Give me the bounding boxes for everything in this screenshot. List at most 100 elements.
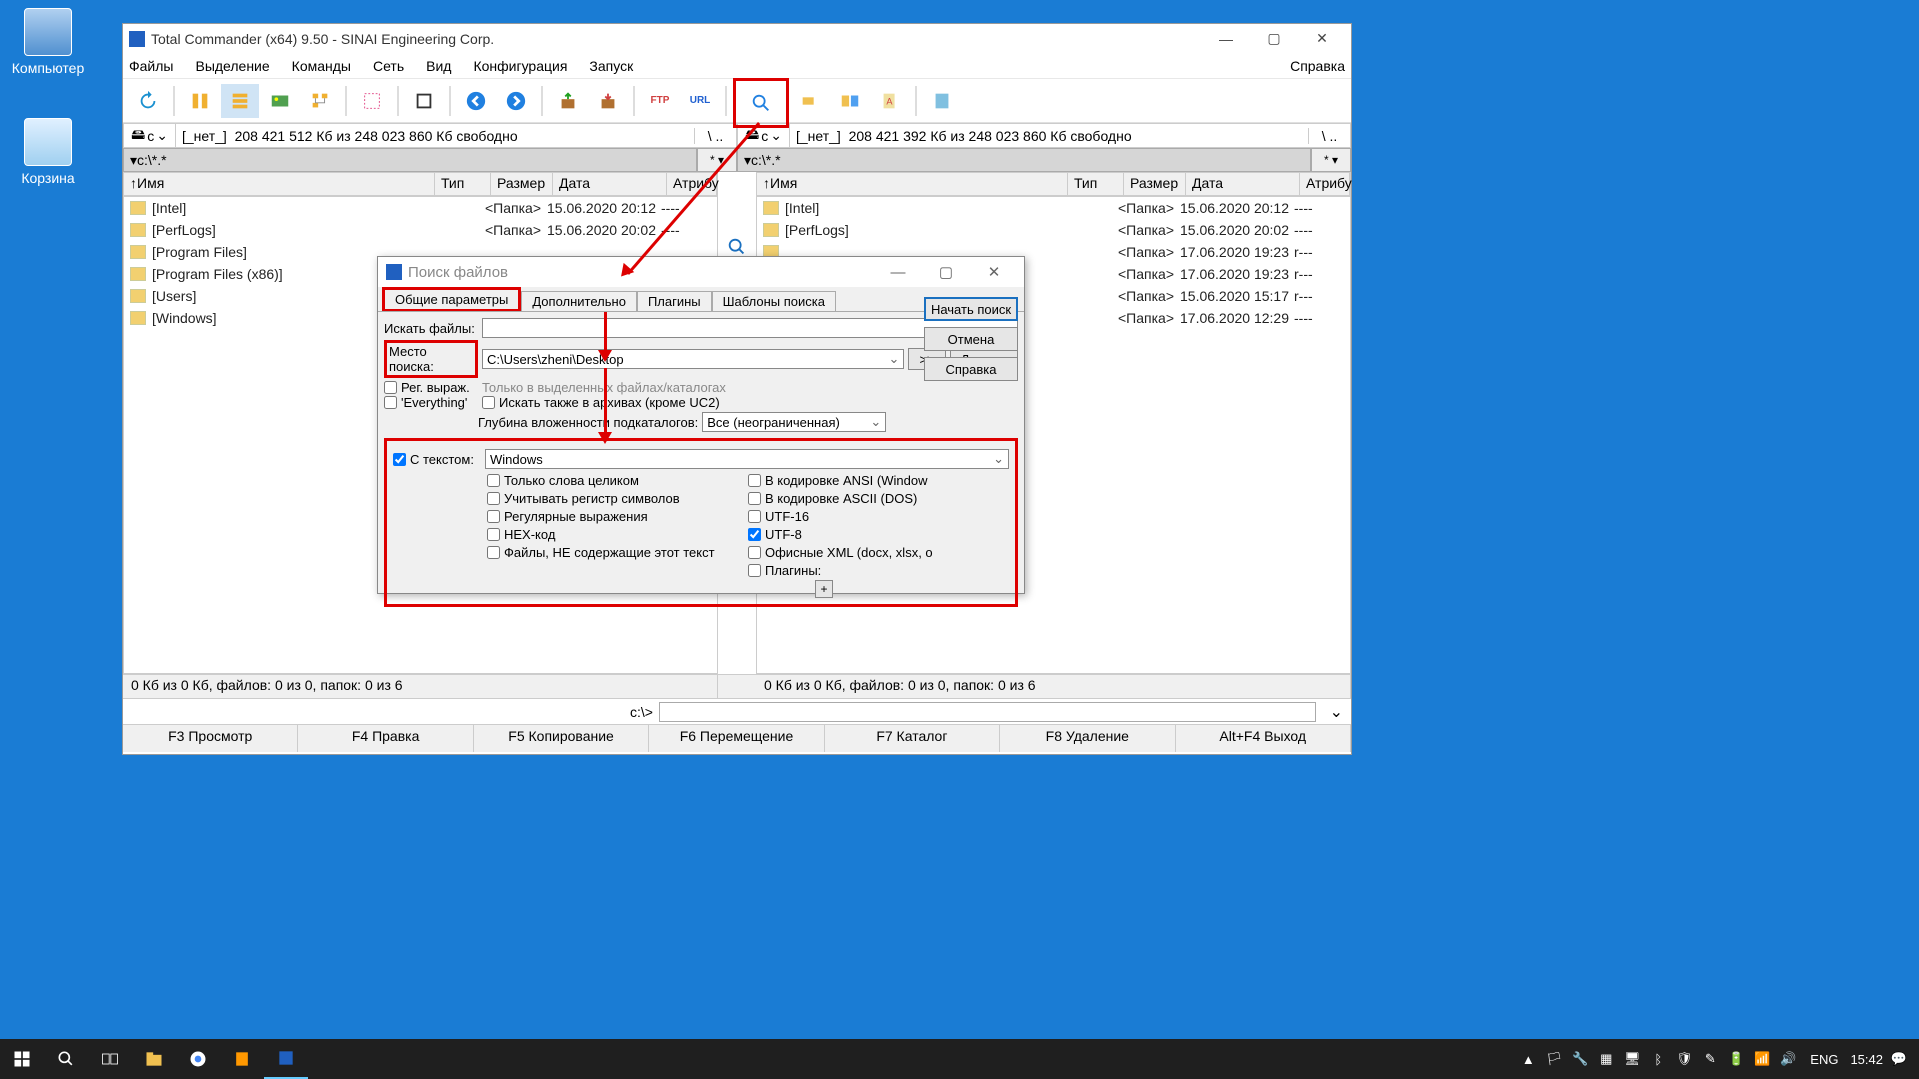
chk-opt[interactable]	[487, 546, 500, 559]
chk-opt[interactable]	[748, 474, 761, 487]
tray-wrench-icon[interactable]: 🔧	[1570, 1049, 1590, 1069]
menu-run[interactable]: Запуск	[589, 58, 633, 74]
combo-depth[interactable]: Все (неограниченная)	[702, 412, 886, 432]
cmd-input[interactable]	[659, 702, 1316, 722]
tray-volume-icon[interactable]: 🔊	[1778, 1049, 1798, 1069]
hdr-size-l[interactable]: Размер	[491, 173, 553, 195]
tray-pen-icon[interactable]: ✎	[1700, 1049, 1720, 1069]
tool-full[interactable]	[221, 84, 259, 118]
tc-titlebar[interactable]: Total Commander (x64) 9.50 - SINAI Engin…	[123, 24, 1351, 53]
tool-forward[interactable]	[497, 84, 535, 118]
drive-up-right[interactable]: \ ..	[1308, 128, 1350, 144]
btn-start-search[interactable]: Начать поиск	[924, 297, 1018, 321]
hdr-name-l[interactable]: ↑Имя	[124, 173, 435, 195]
tray-monitor-icon[interactable]: 🖥	[1622, 1049, 1642, 1069]
tool-brief[interactable]	[181, 84, 219, 118]
task-search[interactable]	[44, 1039, 88, 1079]
menu-commands[interactable]: Команды	[292, 58, 351, 74]
path-right[interactable]: ▾c:\*.*	[737, 148, 1311, 172]
tray-wifi-icon[interactable]: 📶	[1752, 1049, 1772, 1069]
btn-help-search[interactable]: Справка	[924, 357, 1018, 381]
tool-ftp[interactable]: FTP	[641, 84, 679, 118]
btn-cancel-search[interactable]: Отмена	[924, 327, 1018, 351]
chk-opt[interactable]	[748, 510, 761, 523]
tray-battery-icon[interactable]: 🔋	[1726, 1049, 1746, 1069]
chk-opt[interactable]	[487, 528, 500, 541]
tool-unpack[interactable]	[589, 84, 627, 118]
hdr-type-l[interactable]: Тип	[435, 173, 491, 195]
chk-opt[interactable]	[487, 510, 500, 523]
chk-opt[interactable]	[748, 492, 761, 505]
task-tc[interactable]	[264, 1039, 308, 1079]
tool-url[interactable]: URL	[681, 84, 719, 118]
tab-plugins[interactable]: Плагины	[637, 291, 712, 312]
menu-view[interactable]: Вид	[426, 58, 451, 74]
tool-sync[interactable]	[831, 84, 869, 118]
maximize-button[interactable]: ▢	[1251, 24, 1297, 53]
tray-bluetooth-icon[interactable]: ᛒ	[1648, 1049, 1668, 1069]
start-button[interactable]	[0, 1039, 44, 1079]
tab-advanced[interactable]: Дополнительно	[521, 291, 637, 312]
tray-notifications-icon[interactable]: 💬	[1889, 1049, 1909, 1069]
btn-plus[interactable]: +	[815, 580, 833, 598]
hdr-type-r[interactable]: Тип	[1068, 173, 1124, 195]
hdr-date-l[interactable]: Дата	[553, 173, 667, 195]
tray-icon[interactable]: ▲	[1518, 1049, 1538, 1069]
tool-invert[interactable]	[405, 84, 443, 118]
tool-thumbs[interactable]	[261, 84, 299, 118]
search-minimize[interactable]: —	[876, 258, 920, 286]
desktop-computer[interactable]: Компьютер	[8, 8, 88, 76]
fkey-f4[interactable]: F4 Правка	[298, 725, 473, 752]
tray-lang[interactable]: ENG	[1810, 1052, 1838, 1067]
menu-config[interactable]: Конфигурация	[473, 58, 567, 74]
chk-regex[interactable]	[384, 381, 397, 394]
fkey-f6[interactable]: F6 Перемещение	[649, 725, 824, 752]
search-maximize[interactable]: ▢	[924, 258, 968, 286]
tab-general[interactable]: Общие параметры	[382, 287, 521, 312]
chk-archives[interactable]	[482, 396, 495, 409]
tray-time[interactable]: 15:42	[1850, 1052, 1883, 1067]
chk-opt[interactable]	[748, 528, 761, 541]
menu-select[interactable]: Выделение	[195, 58, 269, 74]
task-chrome[interactable]	[176, 1039, 220, 1079]
chk-opt[interactable]	[748, 546, 761, 559]
file-row[interactable]: [Intel]<Папка>15.06.2020 20:12----	[124, 197, 717, 219]
quicksearch-icon[interactable]	[726, 236, 748, 258]
tool-search[interactable]	[733, 78, 789, 128]
task-explorer[interactable]	[132, 1039, 176, 1079]
fkey-altf4[interactable]: Alt+F4 Выход	[1176, 725, 1351, 752]
tool-refresh[interactable]	[129, 84, 167, 118]
close-button[interactable]: ✕	[1299, 24, 1345, 53]
search-close[interactable]: ✕	[972, 258, 1016, 286]
hdr-date-r[interactable]: Дата	[1186, 173, 1300, 195]
input-text[interactable]: Windows	[485, 449, 1009, 469]
tray-shield-icon[interactable]: 🛡	[1674, 1049, 1694, 1069]
task-view[interactable]	[88, 1039, 132, 1079]
chk-opt[interactable]	[748, 564, 761, 577]
chk-opt[interactable]	[487, 474, 500, 487]
minimize-button[interactable]: —	[1203, 24, 1249, 53]
hdr-name-r[interactable]: ↑Имя	[757, 173, 1068, 195]
path-left[interactable]: ▾c:\*.*	[123, 148, 697, 172]
chk-opt[interactable]	[487, 492, 500, 505]
fkey-f3[interactable]: F3 Просмотр	[123, 725, 298, 752]
menu-help[interactable]: Справка	[1290, 58, 1345, 74]
chk-everything[interactable]	[384, 396, 397, 409]
drive-up-left[interactable]: \ ..	[694, 128, 736, 144]
fkey-f5[interactable]: F5 Копирование	[474, 725, 649, 752]
fkey-f8[interactable]: F8 Удаление	[1000, 725, 1175, 752]
tool-rename[interactable]	[791, 84, 829, 118]
path-btn-right[interactable]: * ▾	[1311, 148, 1351, 172]
tab-templates[interactable]: Шаблоны поиска	[712, 291, 836, 312]
tool-notepad[interactable]	[923, 84, 961, 118]
file-row[interactable]: [PerfLogs]<Папка>15.06.2020 20:02----	[757, 219, 1350, 241]
tray-flag-icon[interactable]: 🏳	[1544, 1049, 1564, 1069]
fkey-f7[interactable]: F7 Каталог	[825, 725, 1000, 752]
desktop-recycle[interactable]: Корзина	[8, 118, 88, 186]
hdr-attr-r[interactable]: Атрибу	[1300, 173, 1350, 195]
chk-withtext[interactable]	[393, 453, 406, 466]
tool-selectall[interactable]	[353, 84, 391, 118]
tray-nvidia-icon[interactable]: ▦	[1596, 1049, 1616, 1069]
search-titlebar[interactable]: Поиск файлов — ▢ ✕	[378, 257, 1024, 287]
tool-back[interactable]	[457, 84, 495, 118]
